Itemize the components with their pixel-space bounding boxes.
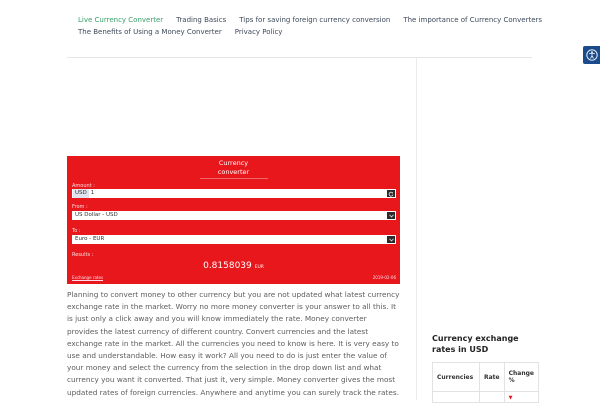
column-rate: Rate bbox=[479, 362, 505, 392]
converter-title: Currency converter bbox=[217, 159, 250, 176]
nav-row-1: Live Currency Converter Trading Basics T… bbox=[74, 14, 542, 26]
to-label: To : bbox=[72, 228, 81, 234]
nav-item-trading-basics[interactable]: Trading Basics bbox=[176, 14, 226, 26]
nav-item-tips-saving[interactable]: Tips for saving foreign currency convers… bbox=[239, 14, 390, 26]
currency-converter-widget: Currency converter Amount : USD 1 From : … bbox=[67, 156, 400, 284]
converter-title-divider bbox=[200, 178, 268, 179]
refresh-icon bbox=[388, 191, 394, 196]
to-currency-select[interactable]: Euro - EUR bbox=[72, 235, 396, 244]
nav-item-live-currency-converter[interactable]: Live Currency Converter bbox=[78, 14, 163, 26]
exchange-rates-table: Currencies Rate Change % ▼ bbox=[432, 362, 539, 403]
chevron-down-icon bbox=[388, 214, 394, 218]
article-paragraph: Planning to convert money to other curre… bbox=[67, 290, 400, 397]
amount-value: 1 bbox=[90, 190, 95, 196]
result-value: 0.8158039 bbox=[203, 261, 252, 271]
to-currency-value: Euro - EUR bbox=[75, 236, 105, 242]
nav-item-importance[interactable]: The importance of Currency Converters bbox=[403, 14, 542, 26]
conversion-result: 0.8158039 EUR bbox=[67, 261, 400, 273]
exchange-rates-widget-title: Currency exchange rates in USD bbox=[432, 334, 519, 354]
exchange-rates-link[interactable]: Exchange rates bbox=[72, 275, 103, 280]
table-header-row: Currencies Rate Change % bbox=[432, 362, 539, 392]
column-currencies: Currencies bbox=[432, 362, 480, 392]
nav-item-privacy-policy[interactable]: Privacy Policy bbox=[235, 26, 283, 38]
to-dropdown-button[interactable] bbox=[387, 236, 395, 243]
result-unit: EUR bbox=[254, 265, 264, 270]
results-label: Results : bbox=[72, 252, 94, 258]
nav-row-2: The Benefits of Using a Money Converter … bbox=[74, 26, 494, 38]
amount-input[interactable]: USD 1 bbox=[72, 189, 396, 198]
amount-currency: USD bbox=[73, 189, 89, 198]
chevron-down-icon bbox=[388, 238, 394, 242]
header-divider bbox=[67, 57, 532, 58]
rate-date: 2019-02-06 bbox=[372, 275, 396, 280]
refresh-button[interactable] bbox=[387, 190, 395, 197]
main-navigation: Live Currency Converter Trading Basics T… bbox=[74, 14, 542, 38]
nav-item-benefits[interactable]: The Benefits of Using a Money Converter bbox=[78, 26, 222, 38]
sidebar-divider bbox=[416, 58, 417, 400]
from-currency-select[interactable]: US Dollar - USD bbox=[72, 211, 396, 220]
table-row: ▼ bbox=[432, 391, 539, 403]
column-change: Change % bbox=[503, 362, 539, 392]
from-currency-value: US Dollar - USD bbox=[75, 212, 118, 218]
from-label: From : bbox=[72, 204, 88, 210]
accessibility-button[interactable] bbox=[583, 46, 600, 64]
accessibility-icon bbox=[585, 49, 598, 61]
from-dropdown-button[interactable] bbox=[387, 212, 395, 219]
